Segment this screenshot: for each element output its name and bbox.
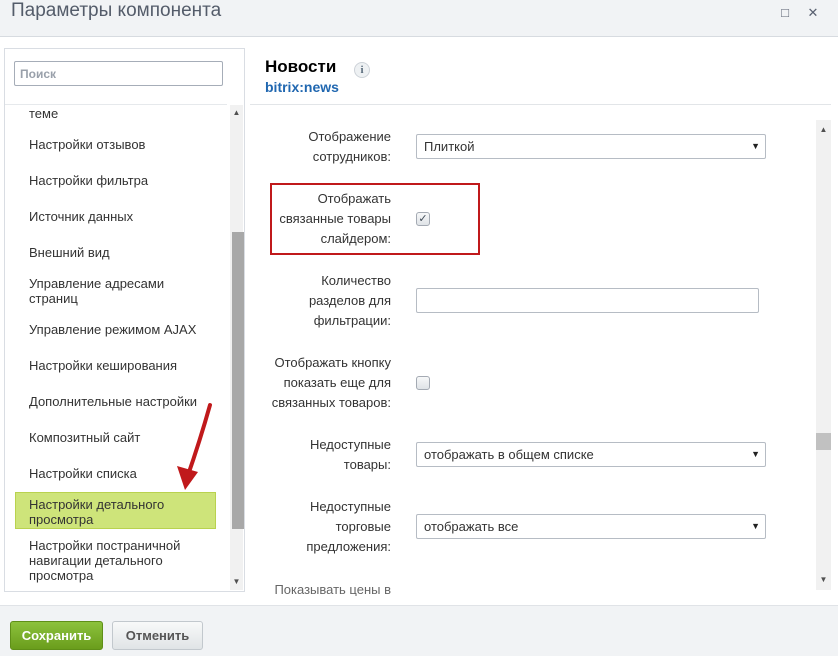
show-prices-label: Показывать цены в [274, 582, 391, 596]
scroll-up-icon[interactable]: ▲ [817, 125, 830, 135]
form-scrollbar-track[interactable] [816, 120, 831, 590]
chevron-down-icon: ▼ [751, 449, 760, 459]
form-scrollbar-thumb[interactable] [816, 433, 831, 450]
chevron-down-icon: ▼ [751, 521, 760, 531]
unavailable-offers-label: Недоступные торговые предложения: [306, 499, 391, 554]
close-icon[interactable]: ✕ [806, 6, 820, 20]
component-name: Новости [265, 57, 337, 76]
scroll-down-icon[interactable]: ▼ [230, 577, 243, 587]
window-titlebar: Параметры компонента □ ✕ [0, 0, 838, 37]
sidebar: теме Настройки отзывов Настройки фильтра… [4, 48, 245, 592]
annotation-arrow-icon [177, 403, 212, 490]
sidebar-item-page-addresses[interactable]: Управление адресами страниц [15, 276, 216, 306]
window-title: Параметры компонента [11, 0, 222, 21]
minimize-icon[interactable]: □ [778, 6, 792, 20]
sidebar-item-detail-view[interactable]: Настройки детального просмотра [15, 492, 216, 529]
sidebar-item-theme[interactable]: теме [15, 106, 216, 121]
unavailable-goods-value: отображать в общем списке [424, 447, 594, 462]
unavailable-offers-value: отображать все [424, 519, 519, 534]
save-button[interactable]: Сохранить [10, 621, 103, 650]
related-slider-checkbox[interactable]: ✓ [416, 212, 430, 226]
show-more-checkbox[interactable] [416, 376, 430, 390]
show-more-label: Отображать кнопку показать еще для связа… [271, 355, 391, 410]
sidebar-scrollbar-thumb[interactable] [232, 232, 244, 529]
employees-display-label: Отображение сотрудников: [308, 129, 391, 164]
sidebar-item-caching[interactable]: Настройки кеширования [15, 358, 216, 373]
sidebar-item-detail-pagination[interactable]: Настройки постраничной навигации детальн… [15, 538, 216, 583]
info-icon[interactable]: i [354, 62, 370, 78]
sidebar-item-filter[interactable]: Настройки фильтра [15, 173, 216, 188]
component-code: bitrix:news [265, 79, 339, 95]
sidebar-item-ajax[interactable]: Управление режимом AJAX [15, 322, 216, 337]
search-input[interactable] [14, 61, 223, 86]
header-divider [250, 104, 831, 105]
sidebar-item-data-source[interactable]: Источник данных [15, 209, 216, 224]
settings-form: Отображение сотрудников: Плиткой ▼ Отобр… [250, 106, 815, 596]
sections-count-label: Количество разделов для фильтрации: [308, 273, 391, 328]
sidebar-divider [5, 104, 227, 105]
sections-count-input[interactable] [416, 288, 759, 313]
sidebar-item-appearance[interactable]: Внешний вид [15, 245, 216, 260]
unavailable-goods-label: Недоступные товары: [309, 437, 391, 472]
chevron-down-icon: ▼ [751, 141, 760, 151]
sidebar-item-reviews[interactable]: Настройки отзывов [15, 137, 216, 152]
related-slider-label: Отображать связанные товары слайдером: [279, 191, 391, 246]
employees-display-value: Плиткой [424, 139, 475, 154]
scroll-up-icon[interactable]: ▲ [230, 108, 243, 118]
scroll-down-icon[interactable]: ▼ [817, 575, 830, 585]
cancel-button[interactable]: Отменить [112, 621, 203, 650]
unavailable-goods-select[interactable]: отображать в общем списке ▼ [416, 442, 766, 467]
employees-display-select[interactable]: Плиткой ▼ [416, 134, 766, 159]
unavailable-offers-select[interactable]: отображать все ▼ [416, 514, 766, 539]
